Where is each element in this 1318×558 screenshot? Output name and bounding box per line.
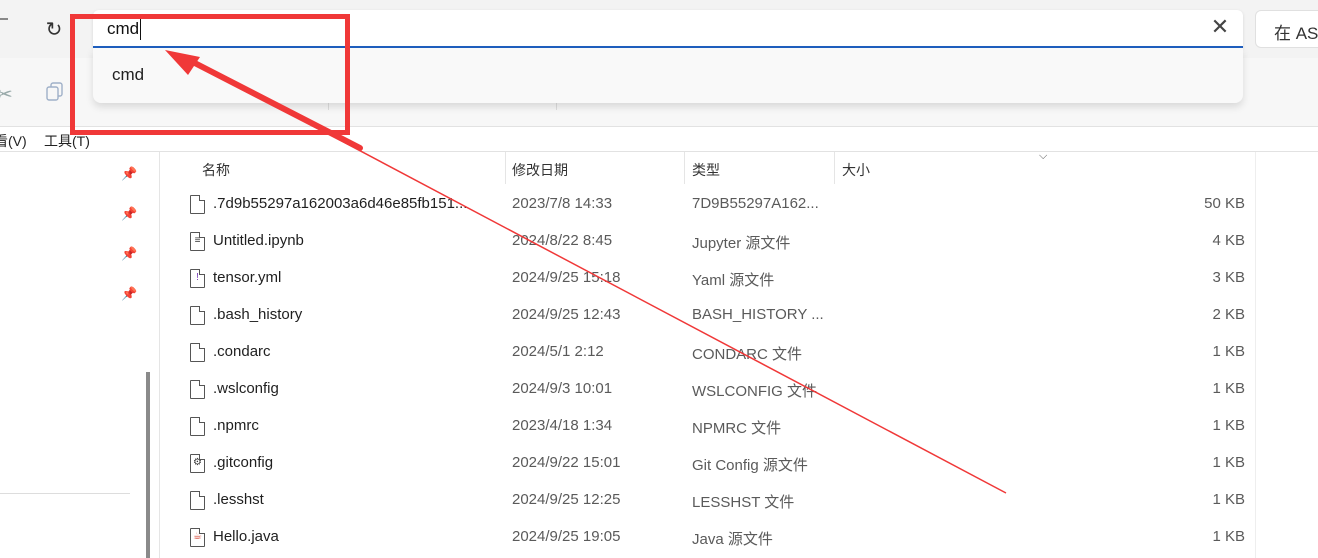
file-icon [190, 491, 205, 510]
file-type: Java 源文件 [692, 531, 773, 548]
file-name: .7d9b55297a162003a6d46e85fb151... [213, 195, 468, 212]
file-name: .gitconfig [213, 454, 274, 471]
file-type: 7D9B55297A162... [692, 195, 819, 212]
file-size: 1 KB [1212, 417, 1245, 434]
file-row[interactable]: .npmrc 2023/4/18 1:34 NPMRC 文件 1 KB [160, 408, 1255, 445]
column-separator[interactable] [505, 152, 506, 184]
file-date: 2024/9/22 15:01 [512, 454, 621, 471]
file-row[interactable]: ⚙ .gitconfig 2024/9/22 15:01 Git Config … [160, 445, 1255, 482]
file-name: .npmrc [213, 417, 259, 434]
column-separator[interactable] [834, 152, 835, 184]
file-icon [190, 343, 205, 362]
file-icon [190, 417, 205, 436]
chevron-down-icon: ⌵ [1039, 150, 1048, 162]
column-separator [1255, 152, 1256, 558]
file-date: 2023/4/18 1:34 [512, 417, 613, 434]
notebook-file-icon: ≡ [190, 232, 205, 251]
file-date: 2024/9/25 12:43 [512, 306, 621, 323]
config-file-icon: ⚙ [190, 454, 205, 473]
file-size: 3 KB [1212, 269, 1245, 286]
file-type: Yaml 源文件 [692, 272, 775, 289]
file-icon [190, 380, 205, 399]
file-icon [190, 195, 205, 214]
column-header-type[interactable]: 类型 [692, 160, 720, 180]
pin-icon[interactable]: 📌 [121, 206, 137, 221]
forward-button-fragment[interactable] [0, 18, 8, 40]
search-box[interactable]: 在 AS [1255, 10, 1318, 48]
column-header-size[interactable]: 大小 [842, 160, 870, 180]
divider [0, 151, 1318, 152]
file-type: Git Config 源文件 [692, 457, 808, 474]
divider [0, 493, 130, 494]
close-icon[interactable]: ✕ [1209, 16, 1231, 38]
file-row[interactable]: ! tensor.yml 2024/9/25 15:18 Yaml 源文件 3 … [160, 260, 1255, 297]
file-row[interactable]: .condarc 2024/5/1 2:12 CONDARC 文件 1 KB [160, 334, 1255, 371]
pin-icon[interactable]: 📌 [121, 246, 137, 261]
file-type: LESSHST 文件 [692, 494, 795, 511]
file-date: 2024/5/1 2:12 [512, 343, 604, 360]
file-row[interactable]: .bash_history 2024/9/25 12:43 BASH_HISTO… [160, 297, 1255, 334]
file-name: tensor.yml [213, 269, 282, 286]
file-size: 50 KB [1204, 195, 1245, 212]
file-row[interactable]: .7d9b55297a162003a6d46e85fb151... 2023/7… [160, 186, 1255, 223]
pin-icon[interactable]: 📌 [121, 286, 137, 301]
copy-icon[interactable] [46, 82, 64, 102]
file-size: 4 KB [1212, 232, 1245, 249]
file-type: BASH_HISTORY ... [692, 306, 824, 323]
file-date: 2023/7/8 14:33 [512, 195, 613, 212]
java-file-icon: ☕ [190, 528, 205, 547]
file-name: .lesshst [213, 491, 264, 508]
file-row[interactable]: .wslconfig 2024/9/3 10:01 WSLCONFIG 文件 1… [160, 371, 1255, 408]
column-header-name[interactable]: 名称 [202, 160, 230, 180]
cut-icon[interactable]: ✂ [0, 82, 13, 107]
annotation-highlight-box [70, 14, 350, 135]
file-size: 1 KB [1212, 380, 1245, 397]
refresh-icon[interactable]: ↻ [40, 15, 68, 43]
file-name: .bash_history [213, 306, 303, 323]
file-size: 1 KB [1212, 343, 1245, 360]
file-type: WSLCONFIG 文件 [692, 383, 818, 400]
file-date: 2024/9/3 10:01 [512, 380, 613, 397]
file-type: NPMRC 文件 [692, 420, 782, 437]
file-date: 2024/9/25 15:18 [512, 269, 621, 286]
file-size: 2 KB [1212, 306, 1245, 323]
column-header-modified[interactable]: 修改日期 [512, 160, 568, 180]
menu-view[interactable]: 看(V) [0, 131, 27, 151]
pin-icon[interactable]: 📌 [121, 166, 137, 181]
file-name: Untitled.ipynb [213, 232, 304, 249]
file-date: 2024/9/25 19:05 [512, 528, 621, 545]
file-type: CONDARC 文件 [692, 346, 803, 363]
search-label: 在 AS [1274, 24, 1318, 43]
file-row[interactable]: .lesshst 2024/9/25 12:25 LESSHST 文件 1 KB [160, 482, 1255, 519]
yaml-file-icon: ! [190, 269, 205, 288]
file-icon [190, 306, 205, 325]
file-row[interactable]: ☕ Hello.java 2024/9/25 19:05 Java 源文件 1 … [160, 519, 1255, 556]
file-size: 1 KB [1212, 454, 1245, 471]
file-row[interactable]: ≡ Untitled.ipynb 2024/8/22 8:45 Jupyter … [160, 223, 1255, 260]
column-separator[interactable] [684, 152, 685, 184]
file-size: 1 KB [1212, 528, 1245, 545]
file-date: 2024/9/25 12:25 [512, 491, 621, 508]
file-name: .wslconfig [213, 380, 279, 397]
file-type: Jupyter 源文件 [692, 235, 791, 252]
file-name: .condarc [213, 343, 271, 360]
file-date: 2024/8/22 8:45 [512, 232, 613, 249]
scrollbar-thumb[interactable] [146, 372, 150, 558]
file-size: 1 KB [1212, 491, 1245, 508]
file-name: Hello.java [213, 528, 279, 545]
